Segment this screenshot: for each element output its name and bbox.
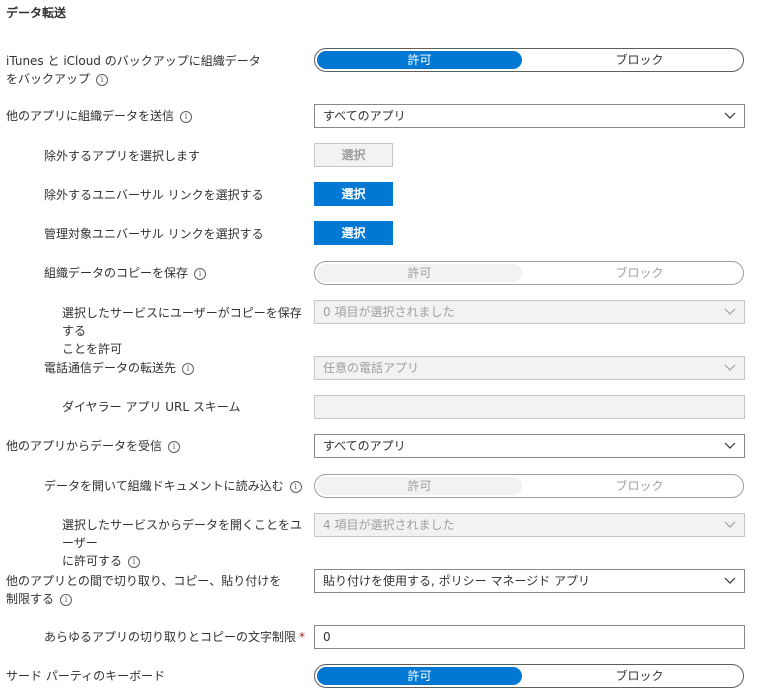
save-copies-label: 組織データのコピーを保存 i — [44, 264, 207, 282]
receive-data-value: すべてのアプリ — [323, 439, 406, 453]
chevron-down-icon — [724, 577, 736, 584]
itunes-backup-toggle[interactable]: 許可 ブロック — [314, 48, 744, 72]
toggle-allow[interactable]: 許可 — [317, 264, 522, 282]
open-services-label-line2: に許可する — [62, 554, 123, 568]
dialer-url-input[interactable] — [314, 395, 745, 419]
itunes-backup-label-line1: iTunes と iCloud のバックアップに組織データ — [6, 54, 261, 68]
info-icon[interactable]: i — [182, 363, 195, 375]
receive-data-label: 他のアプリからデータを受信 i — [6, 437, 181, 455]
required-mark: * — [299, 630, 306, 644]
dialer-url-label: ダイヤラー アプリ URL スキーム — [62, 400, 241, 414]
open-services-value: 4 項目が選択されました — [323, 518, 455, 532]
telecom-transfer-select[interactable]: 任意の電話アプリ — [314, 356, 745, 380]
open-services-select[interactable]: 4 項目が選択されました — [314, 513, 745, 537]
cut-copy-paste-label-line1: 他のアプリとの間で切り取り、コピー、貼り付けを — [6, 574, 282, 588]
toggle-block[interactable]: ブロック — [537, 264, 742, 282]
itunes-backup-label: iTunes と iCloud のバックアップに組織データ をバックアップ i — [6, 52, 306, 88]
exempt-apps-select-button[interactable]: 選択 — [314, 143, 393, 167]
cut-copy-paste-label: 他のアプリとの間で切り取り、コピー、貼り付けを 制限する i — [6, 572, 306, 608]
managed-universal-links-select-button[interactable]: 選択 — [314, 221, 393, 245]
info-icon[interactable]: i — [180, 111, 193, 123]
open-into-org-label-text: データを開いて組織ドキュメントに読み込む — [44, 479, 284, 493]
chevron-down-icon — [724, 112, 736, 119]
third-party-keyboard-label: サード パーティのキーボード — [6, 669, 166, 683]
char-limit-label-text: あらゆるアプリの切り取りとコピーの文字制限 — [44, 630, 297, 644]
cut-copy-paste-value: 貼り付けを使用する, ポリシー マネージド アプリ — [323, 574, 591, 588]
exempt-universal-links-select-button[interactable]: 選択 — [314, 182, 393, 206]
save-services-label: 選択したサービスにユーザーがコピーを保存する ことを許可 — [62, 304, 307, 358]
info-icon[interactable]: i — [60, 594, 73, 606]
info-icon[interactable]: i — [96, 74, 109, 86]
third-party-keyboard-toggle[interactable]: 許可 ブロック — [314, 664, 744, 688]
telecom-transfer-label: 電話通信データの転送先 i — [44, 359, 195, 377]
save-services-label-line1: 選択したサービスにユーザーがコピーを保存する — [62, 306, 302, 338]
send-org-data-value: すべてのアプリ — [323, 109, 406, 123]
send-org-data-label-text: 他のアプリに組織データを送信 — [6, 109, 175, 123]
char-limit-input[interactable]: 0 — [314, 625, 745, 649]
telecom-transfer-label-text: 電話通信データの転送先 — [44, 361, 177, 375]
itunes-backup-label-line2: をバックアップ — [6, 72, 91, 86]
toggle-block[interactable]: ブロック — [537, 51, 742, 69]
save-copies-toggle[interactable]: 許可 ブロック — [314, 261, 744, 285]
open-services-label: 選択したサービスからデータを開くことをユーザー に許可する i — [62, 516, 307, 570]
cut-copy-paste-label-line2: 制限する — [6, 592, 55, 606]
chevron-down-icon — [724, 364, 736, 371]
save-services-select[interactable]: 0 項目が選択されました — [314, 300, 745, 324]
info-icon[interactable]: i — [168, 441, 181, 453]
receive-data-label-text: 他のアプリからデータを受信 — [6, 439, 163, 453]
toggle-block[interactable]: ブロック — [537, 477, 742, 495]
toggle-allow[interactable]: 許可 — [317, 477, 522, 495]
chevron-down-icon — [724, 308, 736, 315]
exempt-universal-links-label: 除外するユニバーサル リンクを選択する — [44, 188, 264, 202]
save-services-label-line2: ことを許可 — [62, 342, 123, 356]
section-title: データ転送 — [6, 6, 67, 20]
open-into-org-toggle[interactable]: 許可 ブロック — [314, 474, 744, 498]
info-icon[interactable]: i — [194, 268, 207, 280]
exempt-apps-label: 除外するアプリを選択します — [44, 149, 201, 163]
managed-universal-links-label: 管理対象ユニバーサル リンクを選択する — [44, 227, 264, 241]
send-org-data-select[interactable]: すべてのアプリ — [314, 104, 745, 128]
chevron-down-icon — [724, 442, 736, 449]
toggle-block[interactable]: ブロック — [537, 667, 742, 685]
open-services-label-line1: 選択したサービスからデータを開くことをユーザー — [62, 518, 303, 550]
char-limit-label: あらゆるアプリの切り取りとコピーの文字制限 * — [44, 628, 305, 646]
toggle-allow[interactable]: 許可 — [317, 51, 522, 69]
info-icon[interactable]: i — [289, 481, 302, 493]
open-into-org-label: データを開いて組織ドキュメントに読み込む i — [44, 477, 302, 495]
toggle-allow[interactable]: 許可 — [317, 667, 522, 685]
receive-data-select[interactable]: すべてのアプリ — [314, 434, 745, 458]
save-services-value: 0 項目が選択されました — [323, 305, 455, 319]
chevron-down-icon — [724, 521, 736, 528]
save-copies-label-text: 組織データのコピーを保存 — [44, 266, 189, 280]
send-org-data-label: 他のアプリに組織データを送信 i — [6, 107, 193, 125]
telecom-transfer-value: 任意の電話アプリ — [323, 361, 420, 375]
cut-copy-paste-select[interactable]: 貼り付けを使用する, ポリシー マネージド アプリ — [314, 569, 745, 593]
info-icon[interactable]: i — [128, 556, 141, 568]
